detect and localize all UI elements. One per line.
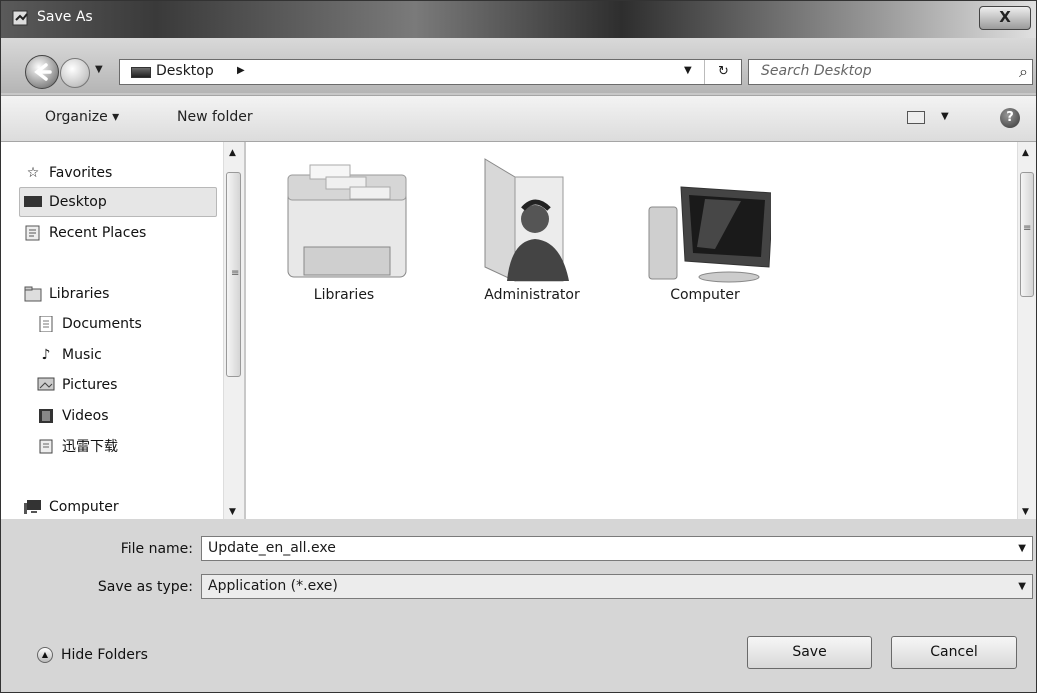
content-item-label: Libraries — [313, 287, 375, 303]
recent-locations-dropdown[interactable]: ▼ — [95, 64, 103, 75]
chevron-down-icon[interactable]: ▼ — [1018, 581, 1026, 592]
save-button[interactable]: Save — [747, 636, 872, 669]
nav-item-libraries[interactable]: Libraries — [24, 280, 109, 308]
user-folder-icon — [484, 158, 569, 282]
file-list: Libraries Administrator Computer — [246, 142, 1017, 519]
scroll-up-icon[interactable]: ▲ — [229, 148, 236, 158]
address-dropdown-icon[interactable]: ▼ — [684, 65, 692, 76]
content-item-label: Computer — [670, 287, 740, 303]
organize-button[interactable]: Organize ▾ — [45, 109, 119, 125]
change-view-icon[interactable] — [907, 111, 925, 124]
nav-item-music[interactable]: ♪ Music — [37, 341, 102, 369]
nav-item-label: 迅雷下载 — [62, 439, 118, 455]
scroll-up-icon[interactable]: ▲ — [1022, 148, 1029, 158]
collapse-icon: ▲ — [37, 647, 53, 663]
nav-item-label: Libraries — [49, 286, 110, 302]
scroll-down-icon[interactable]: ▼ — [229, 507, 236, 517]
new-folder-button[interactable]: New folder — [177, 109, 253, 125]
recent-places-icon — [24, 225, 42, 241]
content-item-administrator[interactable]: Administrator — [472, 157, 592, 303]
nav-item-download-folder[interactable]: 迅雷下载 — [37, 432, 118, 460]
nav-item-label: Documents — [62, 316, 142, 332]
back-arrow-icon — [34, 63, 52, 81]
title-bar: Save As X — [1, 1, 1036, 38]
nav-item-documents[interactable]: Documents — [37, 310, 142, 338]
grip-icon: ≡ — [231, 268, 240, 279]
hide-folders-label: Hide Folders — [61, 647, 148, 663]
chevron-down-icon[interactable]: ▼ — [1018, 543, 1026, 554]
nav-item-label: Desktop — [49, 194, 107, 210]
nav-item-videos[interactable]: Videos — [37, 402, 109, 430]
content-item-label: Administrator — [484, 287, 580, 303]
content-item-computer[interactable]: Computer — [645, 157, 774, 303]
breadcrumb-chevron-icon[interactable]: ▶ — [237, 65, 245, 76]
grip-icon: ≡ — [1023, 223, 1032, 234]
navigation-scrollbar[interactable]: ▲ ≡ ▼ — [223, 142, 244, 519]
nav-item-label: Computer — [49, 499, 119, 515]
computer-monitor-icon — [648, 186, 774, 283]
pictures-icon — [37, 377, 55, 393]
forward-button[interactable] — [60, 58, 90, 88]
save-as-type-select[interactable]: Application (*.exe) ▼ — [201, 574, 1033, 599]
breadcrumb-desktop[interactable]: Desktop — [156, 63, 214, 79]
window-title: Save As — [37, 9, 93, 25]
search-icon[interactable]: ⌕ — [1019, 62, 1028, 82]
nav-item-computer[interactable]: Computer — [24, 493, 119, 521]
nav-item-label: Recent Places — [49, 225, 147, 241]
nav-item-label: Videos — [62, 408, 109, 424]
content-item-libraries[interactable]: Libraries — [284, 157, 407, 303]
scroll-thumb[interactable]: ≡ — [1020, 172, 1034, 297]
search-input[interactable]: Search Desktop ⌕ — [748, 59, 1033, 85]
refresh-icon[interactable]: ↻ — [704, 60, 742, 84]
address-path-box[interactable]: Desktop ▶ ▼ ↻ — [119, 59, 742, 85]
desktop-icon — [131, 67, 151, 78]
scroll-thumb[interactable]: ≡ — [226, 172, 241, 377]
file-name-field[interactable]: Update_en_all.exe ▼ — [201, 536, 1033, 561]
download-folder-icon — [37, 438, 55, 454]
nav-item-recent-places[interactable]: Recent Places — [24, 219, 146, 247]
document-icon — [37, 315, 55, 333]
back-button[interactable] — [25, 55, 59, 89]
file-name-label: File name: — [120, 541, 193, 557]
nav-item-label: Pictures — [62, 377, 118, 393]
view-options-dropdown[interactable]: ▼ — [941, 111, 949, 122]
music-icon: ♪ — [41, 347, 51, 363]
computer-icon — [24, 499, 42, 515]
save-as-icon — [12, 10, 28, 26]
nav-item-favorites[interactable]: ☆ Favorites — [24, 159, 113, 187]
nav-item-label: Music — [62, 347, 102, 363]
nav-item-label: Favorites — [49, 165, 113, 181]
navigation-pane: ☆ Favorites Desktop Recent Places Librar… — [1, 142, 223, 519]
toolbar: Organize ▾ New folder ▼ ? — [1, 95, 1036, 142]
close-button[interactable]: X — [979, 6, 1031, 30]
star-icon: ☆ — [26, 165, 40, 181]
libraries-icon — [24, 286, 42, 302]
hide-folders-button[interactable]: ▲ Hide Folders — [37, 647, 148, 663]
file-name-value: Update_en_all.exe — [208, 540, 336, 556]
save-as-type-label: Save as type: — [97, 579, 193, 595]
search-placeholder: Search Desktop — [761, 63, 872, 79]
desktop-icon — [24, 194, 42, 210]
help-icon[interactable]: ? — [1000, 108, 1020, 128]
save-as-type-value: Application (*.exe) — [208, 578, 338, 594]
nav-item-pictures[interactable]: Pictures — [37, 371, 117, 399]
nav-item-desktop[interactable]: Desktop — [24, 188, 107, 216]
libraries-folder-icon — [287, 164, 407, 278]
videos-icon — [37, 408, 55, 424]
scroll-down-icon[interactable]: ▼ — [1022, 507, 1029, 517]
cancel-button[interactable]: Cancel — [891, 636, 1017, 669]
save-as-dialog: Save As X ▼ Desktop ▶ ▼ ↻ Search Desktop… — [0, 0, 1037, 693]
file-list-scrollbar[interactable]: ▲ ≡ ▼ — [1017, 142, 1036, 519]
